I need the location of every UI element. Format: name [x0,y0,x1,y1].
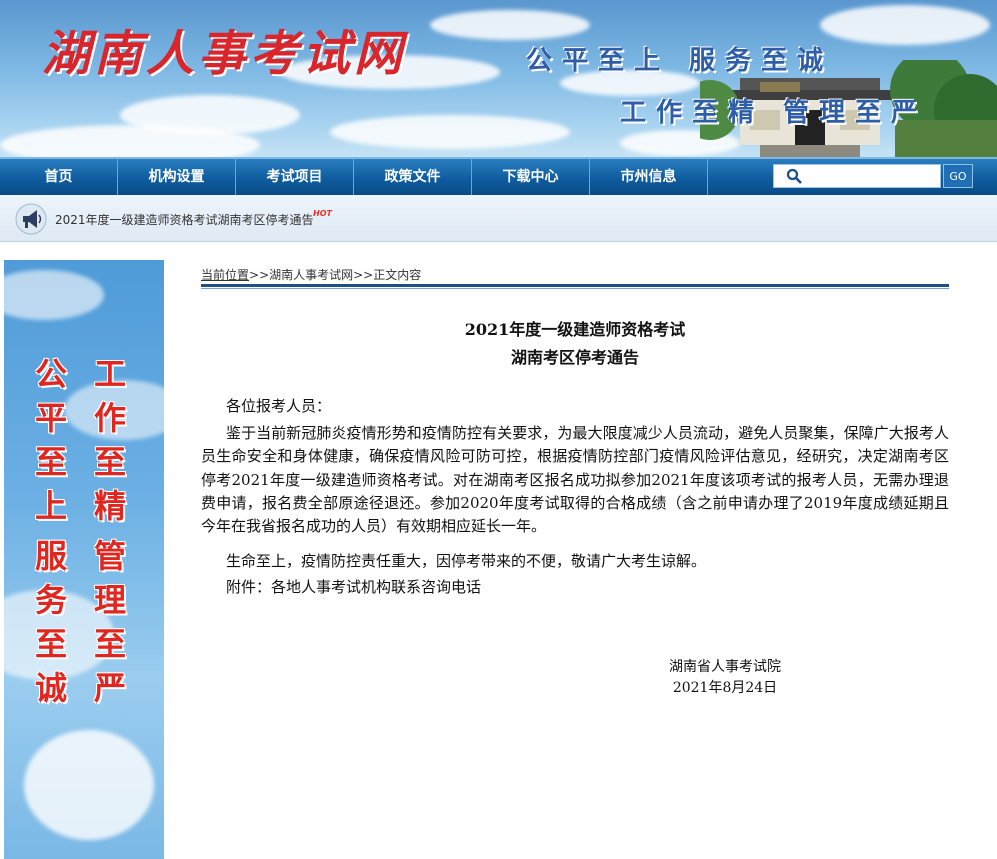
sidebar-char: 作 [93,399,126,437]
article-paragraph-2: 生命至上，疫情防控责任重大，因停考带来的不便，敬请广大考生谅解。 [226,552,707,570]
nav-item-policy[interactable]: 政策文件 [354,159,472,195]
sidebar-char: 服 [34,537,67,575]
slogan-line-1: 公平至上 服务至诚 [526,46,834,76]
sidebar-char: 公 [34,355,67,393]
sidebar-char: 至 [34,443,67,481]
sidebar-char: 理 [93,581,126,619]
sidebar-char: 至 [93,625,126,663]
sidebar-char: 精 [93,487,126,525]
breadcrumb-path[interactable]: >>湖南人事考试网>>正文内容 [249,268,421,282]
sidebar-char: 平 [34,399,67,437]
main-nav: 首页 机构设置 考试项目 政策文件 下载中心 市州信息 GO [0,157,997,195]
megaphone-icon [15,203,47,235]
article-title-line-2: 湖南考区停考通告 [510,348,639,367]
article-paragraph-1: 鉴于当前新冠肺炎疫情形势和疫情防控有关要求，为最大限度减少人员流动，避免人员聚集… [201,424,949,536]
sidebar-char: 务 [34,581,67,619]
notice-bar: 2021年度一级建造师资格考试湖南考区停考通告 HOT [0,195,997,242]
search-go-button[interactable]: GO [943,164,973,188]
nav-item-organization[interactable]: 机构设置 [118,159,236,195]
sidebar-char: 上 [34,487,67,525]
sidebar-char: 诚 [34,669,67,707]
search-box [773,164,941,188]
hot-badge: HOT [313,209,332,218]
divider [201,284,949,287]
signature-date: 2021年8月24日 [672,680,778,696]
sidebar-char: 至 [93,443,126,481]
sidebar-slogan-col-1: 公 平 至 上 [31,352,71,528]
sidebar-slogan-col-3: 服 务 至 诚 [31,534,71,710]
breadcrumb: 当前位置>>湖南人事考试网>>正文内容 [201,266,421,283]
nav-item-downloads[interactable]: 下载中心 [472,159,590,195]
sidebar-slogan-col-2: 工 作 至 精 [90,352,130,528]
notice-link[interactable]: 2021年度一级建造师资格考试湖南考区停考通告 [55,211,314,228]
nav-item-exams[interactable]: 考试项目 [236,159,354,195]
nav-item-cities[interactable]: 市州信息 [590,159,708,195]
sidebar-char: 工 [93,355,126,393]
article-title-line-1: 2021年度一级建造师资格考试 [464,320,686,339]
site-logo-title: 湖南人事考试网 [42,26,407,82]
header-banner: 湖南人事考试网 公平至上 服务至诚 工作至精 管理至严 [0,0,997,157]
sidebar-char: 管 [93,537,126,575]
article-salutation: 各位报考人员： [226,397,332,415]
page: 湖南人事考试网 公平至上 服务至诚 工作至精 管理至严 首页 机构设置 考试项目… [0,0,997,859]
sidebar-char: 严 [93,669,126,707]
signature-org: 湖南省人事考试院 [669,659,781,675]
article-title: 2021年度一级建造师资格考试 湖南考区停考通告 [201,316,949,372]
search-input[interactable] [814,167,938,185]
sidebar-slogan-col-4: 管 理 至 严 [90,534,130,710]
breadcrumb-current-location[interactable]: 当前位置 [201,268,249,282]
search-icon [786,168,802,184]
nav-item-home[interactable]: 首页 [0,159,118,195]
sidebar-char: 至 [34,625,67,663]
article-attachment[interactable]: 附件：各地人事考试机构联系咨询电话 [201,576,949,599]
sidebar-slogan-banner: 公 平 至 上 工 作 至 精 服 务 至 诚 管 理 至 严 [4,260,164,859]
divider [201,288,949,289]
slogan-line-2: 工作至精 管理至严 [620,98,928,128]
